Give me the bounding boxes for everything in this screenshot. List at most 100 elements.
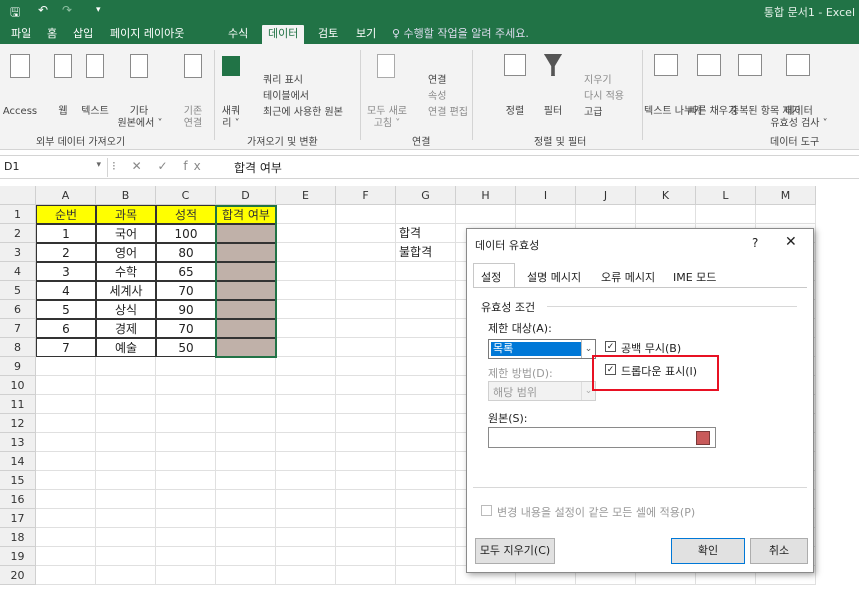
name-box[interactable]: D1 ▾ [0,158,108,177]
grid-cell[interactable] [336,547,396,566]
close-icon[interactable]: ✕ [785,234,797,250]
grid-cell[interactable] [156,433,216,452]
grid-cell[interactable] [336,414,396,433]
grid-cell[interactable] [216,490,276,509]
allow-select[interactable]: 목록 ⌄ [488,339,596,359]
ok-button[interactable]: 확인 [671,538,745,564]
grid-cell[interactable] [36,414,96,433]
grid-cell[interactable] [336,376,396,395]
grid-cell[interactable] [456,205,516,224]
column-header[interactable]: E [276,186,336,205]
remove-duplicates-button[interactable]: 중복된 항목 제거 [730,106,801,118]
grid-cell[interactable]: 2 [36,243,96,262]
properties-button[interactable]: 속성 [428,91,446,103]
grid-cell[interactable] [336,433,396,452]
row-header[interactable]: 1 [0,205,36,224]
flash-fill-button[interactable]: 빠른 채우기 [688,106,737,118]
grid-cell[interactable]: 3 [36,262,96,281]
grid-cell[interactable] [276,281,336,300]
grid-cell[interactable] [276,395,336,414]
grid-cell[interactable] [276,262,336,281]
row-header[interactable]: 17 [0,509,36,528]
grid-cell[interactable] [216,433,276,452]
grid-cell[interactable]: 80 [156,243,216,262]
grid-cell[interactable] [336,471,396,490]
grid-cell[interactable] [336,490,396,509]
undo-icon[interactable]: ↶ [38,3,48,17]
row-header[interactable]: 12 [0,414,36,433]
grid-cell[interactable] [276,319,336,338]
source-input[interactable] [488,427,716,448]
row-header[interactable]: 2 [0,224,36,243]
grid-cell[interactable] [96,528,156,547]
refresh-all-l1[interactable]: 모두 새로 [362,106,412,118]
grid-cell[interactable] [216,528,276,547]
grid-cell[interactable]: 경제 [96,319,156,338]
grid-cell[interactable] [576,205,636,224]
data-select[interactable]: 해당 범위 ⌄ [488,381,596,401]
grid-cell[interactable]: 4 [36,281,96,300]
row-header[interactable]: 8 [0,338,36,357]
grid-cell[interactable] [696,205,756,224]
column-header[interactable]: K [636,186,696,205]
grid-cell[interactable]: 예술 [96,338,156,357]
grid-cell[interactable]: 수학 [96,262,156,281]
column-header[interactable]: H [456,186,516,205]
grid-cell[interactable] [36,509,96,528]
grid-cell[interactable] [216,452,276,471]
grid-cell[interactable] [216,509,276,528]
column-header[interactable]: G [396,186,456,205]
grid-cell[interactable]: 순번 [36,205,96,224]
column-header[interactable]: F [336,186,396,205]
data-validation-l1[interactable]: 데이터 [776,106,822,118]
tab-formulas[interactable]: 수식 [222,25,254,44]
text-to-columns-button[interactable]: 텍스트 나누기 [644,106,702,118]
grid-cell[interactable] [276,357,336,376]
grid-cell[interactable] [336,224,396,243]
grid-cell[interactable] [336,262,396,281]
grid-cell[interactable] [396,414,456,433]
formula-input[interactable]: 합격 여부 [234,159,282,176]
grid-cell[interactable] [36,547,96,566]
grid-cell[interactable] [276,490,336,509]
grid-cell[interactable] [396,433,456,452]
existing-connections-l1[interactable]: 기존 [178,106,208,118]
tab-file[interactable]: 파일 [5,25,37,44]
grid-cell[interactable] [36,490,96,509]
row-header[interactable]: 6 [0,300,36,319]
tab-settings[interactable]: 설정 [481,269,501,285]
grid-cell[interactable] [156,566,216,585]
grid-cell[interactable] [36,528,96,547]
row-header[interactable]: 13 [0,433,36,452]
recent-sources-button[interactable]: 최근에 사용한 원본 [263,107,343,119]
grid-cell[interactable] [96,395,156,414]
grid-cell[interactable] [156,452,216,471]
row-header[interactable]: 5 [0,281,36,300]
row-header[interactable]: 3 [0,243,36,262]
grid-cell[interactable]: 1 [36,224,96,243]
grid-cell[interactable] [516,205,576,224]
grid-cell[interactable] [336,452,396,471]
grid-cell[interactable] [36,357,96,376]
grid-cell[interactable] [396,528,456,547]
new-query-l1[interactable]: 새쿼 [216,106,246,118]
redo-icon[interactable]: ↷ [62,3,72,17]
grid-cell[interactable] [96,414,156,433]
grid-cell[interactable] [276,547,336,566]
advanced-button[interactable]: 고급 [584,107,602,119]
grid-cell[interactable] [396,338,456,357]
grid-cell[interactable]: 국어 [96,224,156,243]
grid-cell[interactable] [276,338,336,357]
other-sources-l1[interactable]: 기타 [121,106,157,118]
grid-cell[interactable]: 70 [156,281,216,300]
grid-cell[interactable] [276,566,336,585]
grid-cell[interactable] [756,205,816,224]
grid-cell[interactable] [276,452,336,471]
grid-cell[interactable] [276,471,336,490]
grid-cell[interactable]: 7 [36,338,96,357]
grid-cell[interactable]: 상식 [96,300,156,319]
text-button[interactable]: 텍스트 [77,106,113,118]
grid-cell[interactable] [216,357,276,376]
ignore-blank-checkbox[interactable]: ✓ [605,341,616,352]
column-header[interactable]: C [156,186,216,205]
